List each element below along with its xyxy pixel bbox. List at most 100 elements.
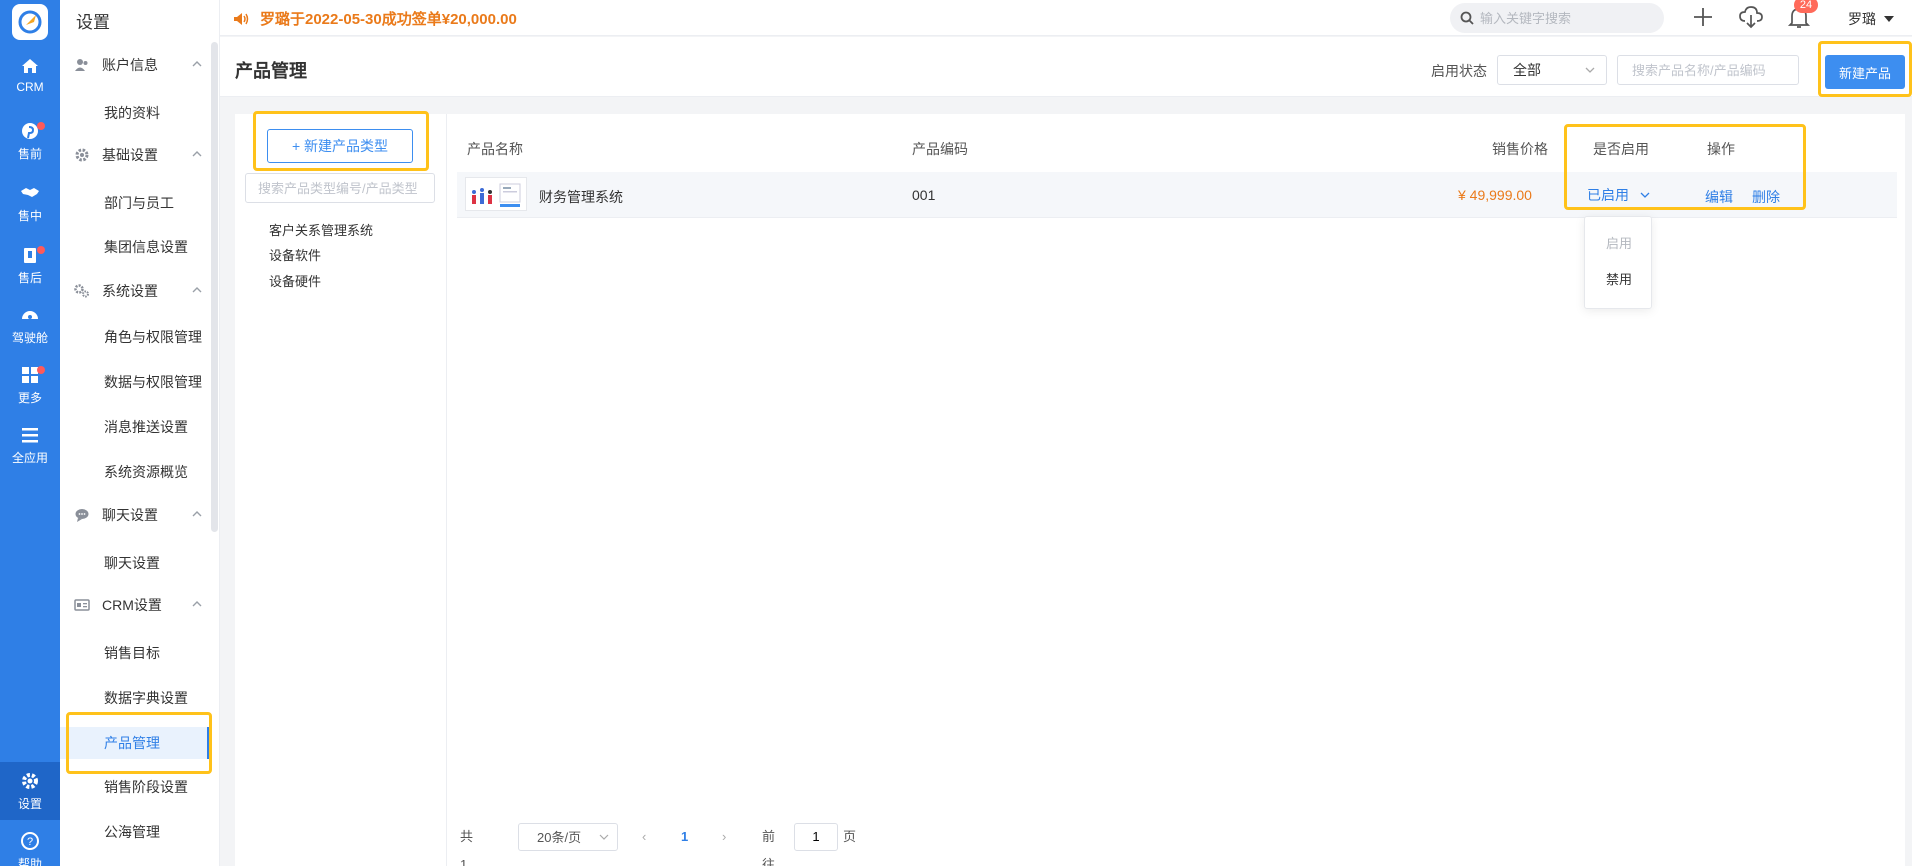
page-suffix: 页 — [843, 829, 857, 844]
rail-label: 驾驶舱 — [11, 330, 48, 345]
rail-item-aftersale[interactable]: 售后 — [0, 236, 60, 294]
menu-scrollbar[interactable] — [211, 42, 218, 532]
status-option-disable[interactable]: 禁用 — [1585, 269, 1653, 288]
product-type-item[interactable]: 设备硬件 — [269, 271, 321, 290]
column-header-code: 产品编码 — [912, 141, 968, 157]
menu-group-label: 聊天设置 — [102, 507, 158, 523]
rail-label: 更多 — [17, 390, 42, 405]
menu-group-chat[interactable]: 聊天设置 — [60, 500, 210, 530]
chat-bubble-icon — [74, 507, 90, 523]
page-size-select[interactable]: 20条/页 — [518, 823, 618, 851]
menu-group-account[interactable]: 账户信息 — [60, 50, 210, 80]
menu-item-dept-staff[interactable]: 部门与员工 — [60, 188, 210, 218]
product-price: ¥ 49,999.00 — [1458, 187, 1532, 203]
chevron-up-icon — [192, 61, 202, 67]
dashboard-icon — [22, 310, 38, 319]
product-thumbnail — [465, 177, 527, 211]
menu-group-basic[interactable]: 基础设置 — [60, 140, 210, 170]
rail-label: 全应用 — [11, 450, 48, 465]
new-product-button[interactable]: 新建产品 — [1825, 55, 1905, 89]
menu-title: 设置 — [76, 13, 110, 32]
prev-page-icon[interactable]: ‹ — [642, 823, 646, 851]
global-search-input[interactable] — [1480, 10, 1650, 26]
chevron-up-icon — [192, 601, 202, 607]
id-card-icon — [74, 597, 90, 613]
chevron-down-icon — [1640, 192, 1650, 198]
menu-item-product-mgmt[interactable]: 产品管理 — [60, 727, 210, 759]
menu-group-label: 系统设置 — [102, 283, 158, 299]
edit-link[interactable]: 编辑 — [1705, 187, 1733, 207]
rail-item-insale[interactable]: 售中 — [0, 174, 60, 232]
menu-item-sales-target[interactable]: 销售目标 — [60, 638, 210, 668]
product-type-item[interactable]: 客户关系管理系统 — [269, 220, 373, 239]
app-rail: CRM 售前 售中 售后 驾驶舱 更多 全应用 设置 ? 帮助 — [0, 0, 60, 866]
menu-group-system[interactable]: 系统设置 — [60, 276, 210, 306]
column-header-actions: 操作 — [1707, 141, 1735, 157]
delete-link[interactable]: 删除 — [1752, 187, 1780, 207]
enabled-status-dropdown[interactable]: 已启用 — [1587, 185, 1651, 205]
menu-item-push-settings[interactable]: 消息推送设置 — [60, 412, 210, 442]
status-filter-select[interactable]: 全部 — [1497, 55, 1607, 85]
product-search-input[interactable] — [1617, 55, 1799, 85]
rail-item-help[interactable]: ? 帮助 — [0, 822, 60, 866]
menu-item-group-info[interactable]: 集团信息设置 — [60, 232, 210, 262]
unread-dot — [37, 366, 45, 374]
sales-notice[interactable]: 罗璐于2022-05-30成功签单¥20,000.00 — [232, 8, 517, 29]
table-row[interactable]: 财务管理系统 001 ¥ 49,999.00 已启用 编辑 删除 — [457, 172, 1897, 218]
goto-page-input[interactable] — [794, 823, 838, 851]
gear-icon — [22, 772, 38, 789]
list-icon — [22, 427, 38, 442]
menu-item-resource-overview[interactable]: 系统资源概览 — [60, 457, 210, 487]
menu-item-data-dictionary[interactable]: 数据字典设置 — [60, 683, 210, 713]
rail-item-more[interactable]: 更多 — [0, 356, 60, 414]
menu-item-public-sea[interactable]: 公海管理 — [60, 817, 210, 847]
rail-label: 售前 — [17, 146, 42, 161]
menu-item-my-profile[interactable]: 我的资料 — [60, 98, 210, 128]
rail-label: 售中 — [17, 208, 42, 223]
settings-menu: 设置 账户信息 我的资料 基础设置 部门与员工 集团信息设置 系统设置 角色与权… — [60, 0, 220, 866]
speaker-icon — [234, 12, 249, 25]
rail-item-crm[interactable]: CRM — [0, 46, 60, 104]
menu-item-role-perm[interactable]: 角色与权限管理 — [60, 322, 210, 352]
handshake-icon — [21, 187, 39, 197]
pager-total: 共 1 条 — [460, 829, 474, 866]
page-header: 产品管理 启用状态 全部 新建产品 — [220, 37, 1912, 97]
menu-group-label: 基础设置 — [102, 147, 158, 163]
add-product-type-button[interactable]: + 新建产品类型 — [267, 129, 413, 163]
column-header-price: 销售价格 — [1492, 141, 1548, 157]
unread-dot — [37, 246, 45, 254]
user-menu[interactable]: 罗璐 — [1848, 9, 1894, 29]
app-logo-icon[interactable] — [12, 4, 48, 40]
users-icon — [74, 57, 90, 73]
chevron-up-icon — [192, 287, 202, 293]
goto-label: 前往 — [762, 829, 776, 866]
menu-item-chat-settings[interactable]: 聊天设置 — [60, 548, 210, 578]
next-page-icon[interactable]: › — [722, 823, 726, 851]
rail-item-presale[interactable]: 售前 — [0, 112, 60, 170]
top-bar: 罗璐于2022-05-30成功签单¥20,000.00 24 罗璐 — [220, 0, 1912, 36]
rail-item-settings[interactable]: 设置 — [0, 762, 60, 820]
menu-item-sales-stage[interactable]: 销售阶段设置 — [60, 772, 210, 802]
page-size-value: 20条/页 — [537, 830, 582, 845]
product-name: 财务管理系统 — [539, 189, 623, 205]
gear-icon — [74, 147, 90, 163]
caret-down-icon — [1884, 16, 1894, 22]
product-type-item[interactable]: 设备软件 — [269, 245, 321, 264]
status-option-enable[interactable]: 启用 — [1585, 233, 1653, 252]
page-number-current[interactable]: 1 — [681, 823, 688, 851]
rail-label: CRM — [16, 80, 44, 94]
menu-group-label: 账户信息 — [102, 57, 158, 73]
rail-label: 设置 — [17, 796, 42, 811]
page-title: 产品管理 — [235, 61, 307, 81]
cloud-download-icon[interactable] — [1738, 4, 1764, 30]
global-search[interactable] — [1450, 3, 1664, 33]
chevron-down-icon — [599, 834, 609, 840]
plus-icon[interactable] — [1690, 4, 1716, 30]
menu-item-data-perm[interactable]: 数据与权限管理 — [60, 367, 210, 397]
status-filter-value: 全部 — [1513, 62, 1541, 78]
menu-group-crm[interactable]: CRM设置 — [60, 590, 210, 620]
rail-item-cockpit[interactable]: 驾驶舱 — [0, 296, 60, 354]
rail-item-all-apps[interactable]: 全应用 — [0, 416, 60, 474]
product-type-search-input[interactable] — [245, 173, 435, 203]
chevron-up-icon — [192, 511, 202, 517]
